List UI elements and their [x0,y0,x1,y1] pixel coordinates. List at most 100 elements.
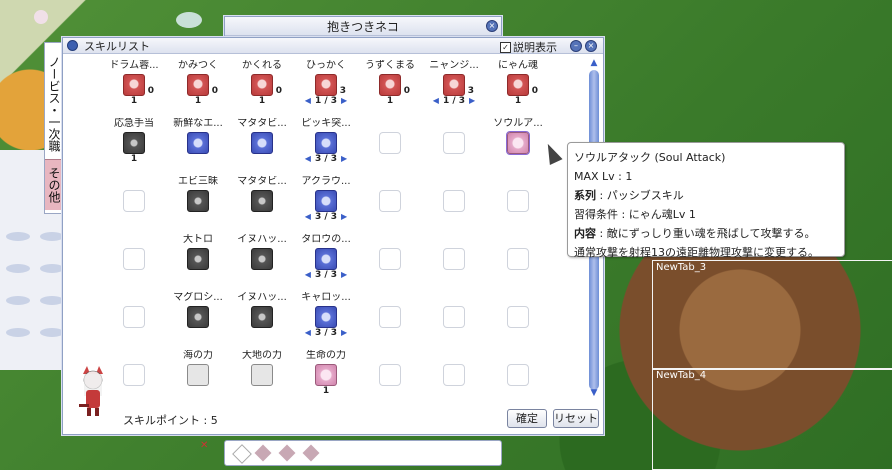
skill-slot[interactable]: マタタビ... [229,176,295,232]
skill-slot[interactable]: アクラウ... ◀ 3 / 3 ▶ [293,176,359,232]
empty-slot-icon [379,306,401,328]
skill-name [101,350,167,362]
skill-slot[interactable]: マタタビ... [229,118,295,174]
skill-window-titlebar[interactable]: スキルリスト ✓ 説明表示 – × [63,38,603,54]
skill-icon[interactable] [251,190,273,212]
close-icon[interactable]: × [486,20,498,32]
skill-icon[interactable]: 3 [443,74,474,96]
skill-slot[interactable]: 応急手当 1 [101,118,167,174]
level-stepper[interactable]: ◀ 3 / 3 ▶ [293,154,359,164]
skill-slot[interactable]: イヌハッ... [229,234,295,290]
hotbar-slot-icon[interactable] [278,444,296,462]
skill-slot[interactable]: 大地の力 [229,350,295,406]
increase-level-icon[interactable]: ▶ [341,270,347,280]
skill-icon[interactable] [187,132,209,154]
empty-slot-icon [379,364,401,386]
skill-name: 大地の力 [242,350,282,361]
empty-slot-icon [443,190,465,212]
scroll-up-icon[interactable]: ▲ [588,58,600,68]
increase-level-icon[interactable]: ▶ [341,154,347,164]
skill-slot[interactable]: マグロシ... [165,292,231,348]
skill-icon[interactable] [315,248,337,270]
skill-slot[interactable]: うずくまる 0 1 [357,60,423,116]
skill-icon[interactable]: 3 [315,74,346,96]
empty-slot-icon [123,248,145,270]
decrease-level-icon[interactable]: ◀ [305,154,311,164]
new-tab-4-panel[interactable]: NewTab_4 [652,368,892,470]
tab-other[interactable]: その他 [45,159,63,210]
new-tab-3-panel[interactable]: NewTab_3 [652,260,892,370]
confirm-button[interactable]: 確定 [507,409,547,428]
increase-level-icon[interactable]: ▶ [469,96,475,106]
skill-slot[interactable]: イヌハッ... [229,292,295,348]
skill-name: 生命の力 [306,350,346,361]
decrease-level-icon[interactable]: ◀ [305,96,311,106]
level-stepper[interactable]: ◀ 1 / 3 ▶ [421,96,487,106]
skill-slot[interactable]: ピッキ突... ◀ 3 / 3 ▶ [293,118,359,174]
skill-name [357,350,423,362]
skill-slot[interactable]: かくれる 0 1 [229,60,295,116]
skill-slot[interactable]: タロウの... ◀ 3 / 3 ▶ [293,234,359,290]
skill-icon[interactable] [315,190,337,212]
hotbar-slot-icon[interactable] [302,444,320,462]
level-stepper[interactable]: ◀ 3 / 3 ▶ [293,328,359,338]
skill-icon[interactable] [315,364,337,386]
skill-slot[interactable]: 大トロ [165,234,231,290]
empty-slot-icon [507,306,529,328]
skill-slot[interactable]: エビ三昧 [165,176,231,232]
skill-slot[interactable]: ドラム蓉... 0 1 [101,60,167,116]
skill-icon[interactable] [123,132,145,154]
skill-icon[interactable]: 0 [507,74,538,96]
skill-slot[interactable]: にゃん魂 0 1 [485,60,551,116]
skill-icon[interactable]: 0 [123,74,154,96]
skill-icon[interactable] [187,190,209,212]
decrease-level-icon[interactable]: ◀ [305,328,311,338]
hotbar-slot-icon[interactable] [232,444,252,464]
close-icon[interactable]: × [585,40,597,52]
skill-slot[interactable]: 海の力 [165,350,231,406]
skill-slot[interactable]: ひっかく 3 ◀ 1 / 3 ▶ [293,60,359,116]
skill-icon[interactable] [251,248,273,270]
increase-level-icon[interactable]: ▶ [341,96,347,106]
description-toggle[interactable]: ✓ 説明表示 [500,39,557,55]
skill-icon[interactable] [251,132,273,154]
skill-slot[interactable]: かみつく 0 1 [165,60,231,116]
increase-level-icon[interactable]: ▶ [341,212,347,222]
skill-name [485,292,551,304]
close-small-icon[interactable]: ✕ [200,440,208,451]
skill-icon[interactable] [187,364,209,386]
skill-name: マグロシ... [173,292,223,303]
skill-icon[interactable]: 0 [379,74,410,96]
skill-name: タロウの... [301,234,351,245]
skill-icon[interactable] [187,248,209,270]
skill-icon[interactable]: 0 [187,74,218,96]
skill-icon[interactable] [251,364,273,386]
decrease-level-icon[interactable]: ◀ [433,96,439,106]
skill-icon[interactable] [506,131,530,155]
skill-level: 1 [514,96,522,106]
minimize-icon[interactable]: – [570,40,582,52]
skill-slot[interactable]: 生命の力 1 [293,350,359,406]
scroll-down-icon[interactable]: ▼ [588,388,600,398]
skill-icon[interactable] [315,132,337,154]
increase-level-icon[interactable]: ▶ [341,328,347,338]
decrease-level-icon[interactable]: ◀ [305,270,311,280]
reset-button[interactable]: リセット [553,409,599,428]
skill-slot[interactable]: ニャンジ... 3 ◀ 1 / 3 ▶ [421,60,487,116]
level-stepper[interactable]: ◀ 1 / 3 ▶ [293,96,359,106]
skill-level: 1 [386,96,394,106]
skill-slot[interactable]: 新鮮なエ... [165,118,231,174]
decrease-level-icon[interactable]: ◀ [305,212,311,222]
checkbox-checked-icon[interactable]: ✓ [500,41,511,53]
skill-icon[interactable] [187,306,209,328]
tab-novice-first-job[interactable]: ノービス・一次職 [45,43,63,159]
skill-icon[interactable]: 0 [251,74,282,96]
level-stepper[interactable]: ◀ 3 / 3 ▶ [293,270,359,280]
skill-icon[interactable] [251,306,273,328]
empty-skill-slot [357,234,423,290]
level-stepper[interactable]: ◀ 3 / 3 ▶ [293,212,359,222]
skill-icon[interactable] [315,306,337,328]
skill-tooltip: ソウルアタック (Soul Attack) MAX Lv : 1 系列 : パッ… [567,142,845,259]
skill-slot[interactable]: キャロッ... ◀ 3 / 3 ▶ [293,292,359,348]
hotbar-slot-icon[interactable] [254,444,272,462]
